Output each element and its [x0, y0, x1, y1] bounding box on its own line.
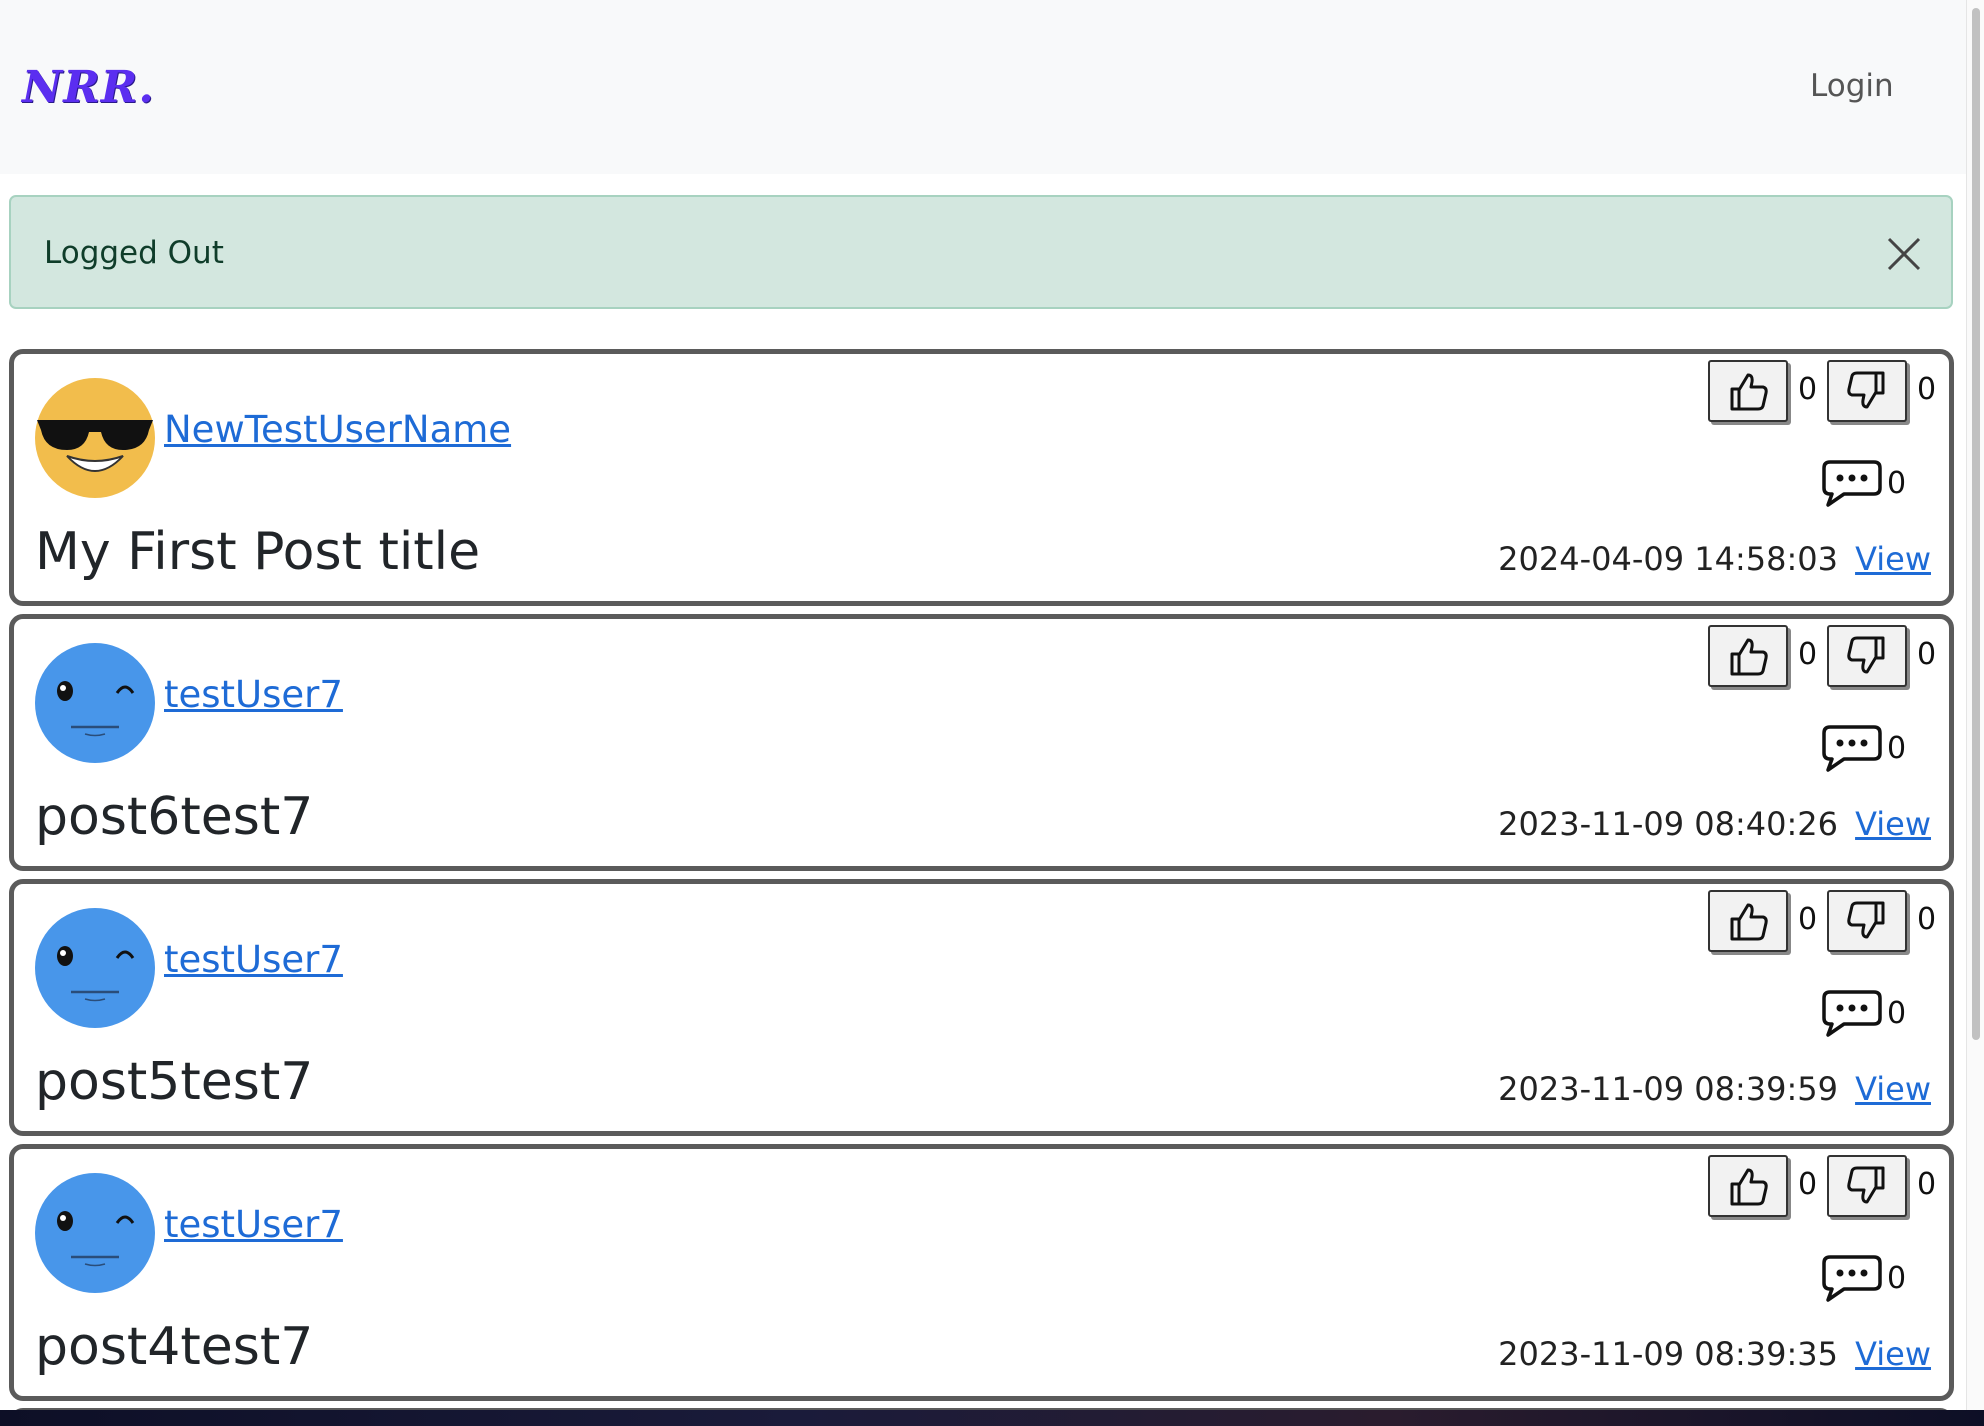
scrollbar-thumb[interactable] [1972, 8, 1980, 1040]
winking-blue-face-icon [35, 908, 155, 1028]
like-button[interactable] [1708, 890, 1788, 952]
comment-icon[interactable] [1820, 458, 1884, 508]
comment-icon[interactable] [1820, 988, 1884, 1038]
dislike-count: 0 [1917, 372, 1937, 407]
post-title: post5test7 [35, 1052, 314, 1112]
dislike-button[interactable] [1827, 890, 1907, 952]
like-count: 0 [1798, 372, 1818, 407]
like-button[interactable] [1708, 360, 1788, 422]
vertical-scrollbar[interactable] [1966, 0, 1984, 1410]
like-button[interactable] [1708, 1155, 1788, 1217]
view-link[interactable]: View [1855, 805, 1931, 843]
logged-out-alert: Logged Out [9, 195, 1953, 309]
thumbs-down-icon [1847, 901, 1885, 939]
comment-count: 0 [1887, 731, 1907, 766]
post-date: 2023-11-09 08:40:26 [1498, 805, 1838, 843]
post-card: NewTestUserName My First Post title 0 0 … [9, 349, 1954, 606]
thumbs-down-icon [1847, 636, 1885, 674]
post-card: testUser7 post6test7 0 0 0 2023-11-09 08… [9, 614, 1954, 871]
winking-blue-face-icon [35, 643, 155, 763]
view-link[interactable]: View [1855, 1070, 1931, 1108]
author-link[interactable]: testUser7 [164, 938, 343, 981]
comment-icon[interactable] [1820, 1253, 1884, 1303]
view-link[interactable]: View [1855, 540, 1931, 578]
view-link[interactable]: View [1855, 1335, 1931, 1373]
sunglasses-emoji-icon [35, 378, 155, 498]
like-count: 0 [1798, 637, 1818, 672]
login-link[interactable]: Login [1810, 68, 1894, 104]
thumbs-up-icon [1730, 373, 1768, 411]
post-date: 2024-04-09 14:58:03 [1498, 540, 1838, 578]
dislike-button[interactable] [1827, 1155, 1907, 1217]
post-title: My First Post title [35, 522, 481, 582]
dislike-count: 0 [1917, 1167, 1937, 1202]
brand-logo[interactable]: NRR. [22, 62, 155, 113]
post-card: testUser7 post5test7 0 0 0 2023-11-09 08… [9, 879, 1954, 1136]
post-date: 2023-11-09 08:39:35 [1498, 1335, 1838, 1373]
comment-count: 0 [1887, 1261, 1907, 1296]
winking-blue-face-icon [35, 1173, 155, 1293]
like-button[interactable] [1708, 625, 1788, 687]
like-count: 0 [1798, 1167, 1818, 1202]
post-title: post4test7 [35, 1317, 314, 1377]
dislike-button[interactable] [1827, 360, 1907, 422]
close-icon[interactable] [1885, 235, 1923, 273]
dislike-count: 0 [1917, 902, 1937, 937]
navbar: NRR. Login [0, 0, 1966, 174]
dislike-button[interactable] [1827, 625, 1907, 687]
post-card: testUser7 post4test7 0 0 0 2023-11-09 08… [9, 1144, 1954, 1401]
alert-message: Logged Out [44, 235, 224, 271]
thumbs-down-icon [1847, 371, 1885, 409]
comment-count: 0 [1887, 996, 1907, 1031]
author-link[interactable]: testUser7 [164, 673, 343, 716]
like-count: 0 [1798, 902, 1818, 937]
thumbs-up-icon [1730, 1168, 1768, 1206]
thumbs-down-icon [1847, 1166, 1885, 1204]
comment-count: 0 [1887, 466, 1907, 501]
thumbs-up-icon [1730, 903, 1768, 941]
os-taskbar-strip [0, 1410, 1984, 1426]
dislike-count: 0 [1917, 637, 1937, 672]
post-title: post6test7 [35, 787, 314, 847]
author-link[interactable]: NewTestUserName [164, 408, 511, 451]
post-date: 2023-11-09 08:39:59 [1498, 1070, 1838, 1108]
thumbs-up-icon [1730, 638, 1768, 676]
author-link[interactable]: testUser7 [164, 1203, 343, 1246]
comment-icon[interactable] [1820, 723, 1884, 773]
